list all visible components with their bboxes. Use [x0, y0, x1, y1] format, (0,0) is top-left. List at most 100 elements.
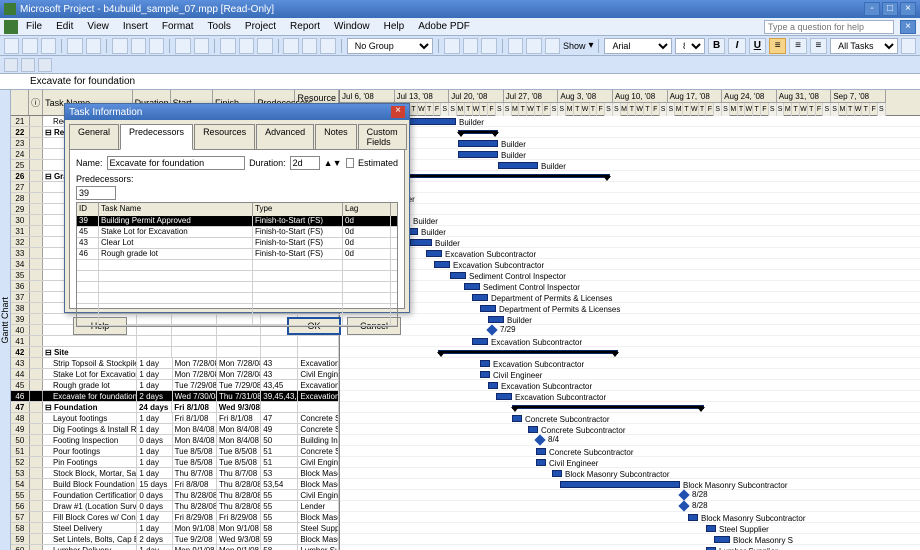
gantt-bar[interactable]: Excavation Subcontractor	[472, 338, 488, 345]
gantt-bar[interactable]: Concrete Subcontractor	[536, 448, 546, 455]
zoom-out-icon[interactable]	[463, 38, 478, 54]
task-row[interactable]: 47⊟ Foundation24 daysFri 8/1/08Wed 9/3/0…	[11, 402, 339, 413]
gantt-bar[interactable]: Builder	[498, 162, 538, 169]
undo-icon[interactable]	[175, 38, 190, 54]
gantt-row[interactable]	[340, 347, 920, 358]
milestone-icon[interactable]	[486, 324, 497, 335]
menu-project[interactable]: Project	[239, 20, 282, 33]
tab-predecessors[interactable]: Predecessors	[120, 124, 193, 150]
underline-button[interactable]: U	[749, 38, 766, 54]
tab-advanced[interactable]: Advanced	[256, 124, 314, 150]
close-button[interactable]: ×	[900, 2, 916, 16]
gantt-row[interactable]: Builder	[340, 138, 920, 149]
task-row[interactable]: 43Strip Topsoil & Stockpile1 dayMon 7/28…	[11, 358, 339, 369]
task-row[interactable]: 53Stock Block, Mortar, Sand1 dayThu 8/7/…	[11, 468, 339, 479]
menu-tools[interactable]: Tools	[202, 20, 237, 33]
task-row[interactable]: 48Layout footings1 dayFri 8/1/08Fri 8/1/…	[11, 413, 339, 424]
gantt-row[interactable]: Block Masonry S	[340, 534, 920, 545]
pred-row[interactable]: 45Stake Lot for ExcavationFinish-to-Star…	[77, 227, 397, 238]
task-row[interactable]: 45Rough grade lot1 dayTue 7/29/08Tue 7/2…	[11, 380, 339, 391]
col-rownum[interactable]	[11, 90, 29, 115]
gantt-bar[interactable]: Concrete Subcontractor	[528, 426, 538, 433]
notes-icon[interactable]	[302, 38, 317, 54]
gantt-bar[interactable]	[458, 130, 498, 134]
gantt-row[interactable]: Block Masonry Subcontractor	[340, 468, 920, 479]
pdf-mail-icon[interactable]	[38, 58, 52, 72]
gantt-row[interactable]: Steel Supplier	[340, 523, 920, 534]
gantt-bar[interactable]: Department of Permits & Licenses	[472, 294, 488, 301]
pred-id-input[interactable]	[76, 186, 116, 200]
gantt-bar[interactable]: Department of Permits & Licenses	[480, 305, 496, 312]
gantt-bar[interactable]: Excavation Subcontractor	[480, 360, 490, 367]
gantt-bar[interactable]: Block Masonry Subcontractor	[552, 470, 562, 477]
name-input[interactable]	[107, 156, 246, 170]
font-select[interactable]: Arial	[604, 38, 672, 54]
menu-view[interactable]: View	[81, 20, 115, 33]
tab-notes[interactable]: Notes	[315, 124, 357, 150]
minimize-button[interactable]: -	[864, 2, 880, 16]
menu-insert[interactable]: Insert	[117, 20, 154, 33]
task-row[interactable]: 49Dig Footings & Install Reinforcing1 da…	[11, 424, 339, 435]
font-size-select[interactable]: 8	[675, 38, 705, 54]
paste-icon[interactable]	[149, 38, 164, 54]
gantt-row[interactable]: Lumber Supplier	[340, 545, 920, 550]
cell-entry-bar[interactable]: Excavate for foundation	[0, 74, 920, 90]
gantt-row[interactable]: Concrete Subcontractor	[340, 446, 920, 457]
gantt-row[interactable]: Excavation Subcontractor	[340, 336, 920, 347]
preview-icon[interactable]	[86, 38, 101, 54]
outdent-icon[interactable]	[508, 38, 523, 54]
gantt-bar[interactable]: Sediment Control Inspector	[464, 283, 480, 290]
col-indicator[interactable]: ⓘ	[29, 90, 43, 115]
gantt-bar[interactable]: Excavation Subcontractor	[426, 250, 442, 257]
task-row[interactable]: 44Stake Lot for Excavation1 dayMon 7/28/…	[11, 369, 339, 380]
info-icon[interactable]	[283, 38, 298, 54]
pred-row[interactable]: 43Clear LotFinish-to-Start (FS)0d	[77, 238, 397, 249]
milestone-icon[interactable]	[678, 500, 689, 511]
gantt-bar[interactable]: Block Masonry Subcontractor	[560, 481, 680, 488]
align-right-button[interactable]: ≡	[810, 38, 827, 54]
gantt-row[interactable]: Concrete Subcontractor	[340, 424, 920, 435]
gantt-row[interactable]: Concrete Subcontractor	[340, 413, 920, 424]
estimated-checkbox[interactable]	[346, 158, 354, 168]
align-center-button[interactable]: ≡	[789, 38, 806, 54]
help-search-input[interactable]	[764, 20, 894, 34]
gantt-row[interactable]: Builder	[340, 226, 920, 237]
gantt-row[interactable]: Builder	[340, 215, 920, 226]
filter-select[interactable]: All Tasks	[830, 38, 898, 54]
gantt-bar[interactable]: Builder	[458, 140, 498, 147]
gantt-row[interactable]: Excavation Subcontractor	[340, 391, 920, 402]
gantt-bar[interactable]: Sediment Control Inspector	[450, 272, 466, 279]
gantt-row[interactable]: Block Masonry Subcontractor	[340, 512, 920, 523]
task-row[interactable]: 46Excavate for foundation2 daysWed 7/30/…	[11, 391, 339, 402]
gantt-row[interactable]: Sediment Control Inspector	[340, 270, 920, 281]
group-select[interactable]: No Group	[347, 38, 434, 54]
task-row[interactable]: 54Build Block Foundation15 daysFri 8/8/0…	[11, 479, 339, 490]
gantt-bar[interactable]	[512, 405, 704, 409]
align-left-button[interactable]: ≡	[769, 38, 786, 54]
gantt-row[interactable]: Builder	[340, 237, 920, 248]
print-icon[interactable]	[67, 38, 82, 54]
gantt-row[interactable]: Excavation Subcontractor	[340, 358, 920, 369]
menu-adobe-pdf[interactable]: Adobe PDF	[412, 20, 476, 33]
task-row[interactable]: 50Footing Inspection0 daysMon 8/4/08Mon …	[11, 435, 339, 446]
gantt-row[interactable]: 8/28	[340, 501, 920, 512]
pred-col-id[interactable]: ID	[77, 203, 99, 216]
gantt-row[interactable]: Excavation Subcontractor	[340, 259, 920, 270]
copy-icon[interactable]	[131, 38, 146, 54]
gantt-row[interactable]: ineer	[340, 193, 920, 204]
bold-button[interactable]: B	[708, 38, 725, 54]
gantt-row[interactable]	[340, 182, 920, 193]
gantt-row[interactable]: Civil Engineer	[340, 457, 920, 468]
gantt-row[interactable]	[340, 171, 920, 182]
link-icon[interactable]	[220, 38, 235, 54]
pred-row[interactable]: 46Rough grade lotFinish-to-Start (FS)0d	[77, 249, 397, 260]
menu-edit[interactable]: Edit	[50, 20, 79, 33]
menu-file[interactable]: File	[20, 20, 48, 33]
task-row[interactable]: 55Foundation Certification0 daysThu 8/28…	[11, 490, 339, 501]
split-icon[interactable]	[257, 38, 272, 54]
gantt-row[interactable]: Builder	[340, 314, 920, 325]
gantt-bar[interactable]: Civil Engineer	[536, 459, 546, 466]
indent-icon[interactable]	[526, 38, 541, 54]
milestone-icon[interactable]	[678, 489, 689, 500]
tab-general[interactable]: General	[69, 124, 119, 150]
